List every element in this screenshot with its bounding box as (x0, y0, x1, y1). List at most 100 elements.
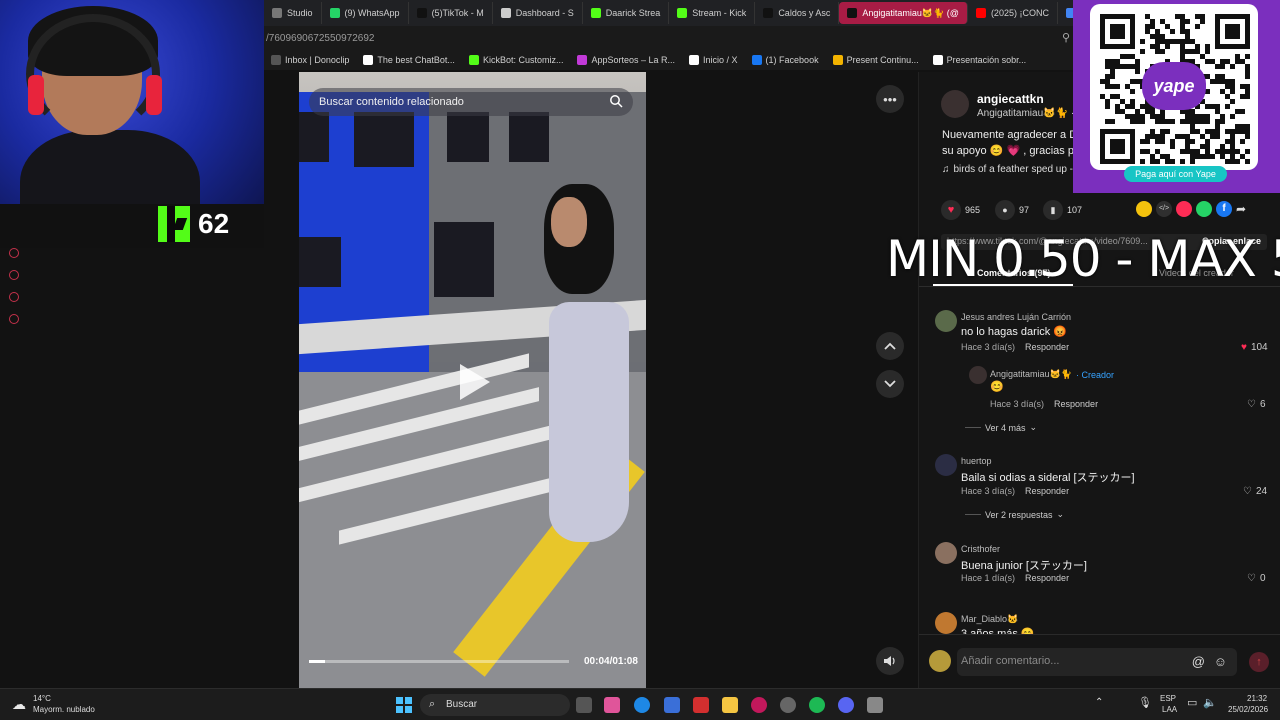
video-progress-bar[interactable] (309, 660, 569, 663)
discord-icon[interactable] (838, 697, 854, 713)
emoji-share-icon[interactable] (1136, 201, 1152, 217)
comment-time: Hace 1 día(s) (961, 573, 1016, 583)
facebook-icon[interactable]: f (1216, 201, 1232, 217)
language-layout[interactable]: LAA (1162, 705, 1177, 714)
avatar[interactable] (935, 310, 957, 332)
creator-username[interactable]: angiecattkn (977, 92, 1044, 106)
taskbar-search[interactable]: ⌕ Buscar (420, 694, 570, 716)
language-code[interactable]: ESP (1160, 694, 1176, 703)
tab-5[interactable]: Stream - Kick (669, 2, 756, 24)
reply-button[interactable]: Responder (1025, 486, 1069, 496)
related-search-input[interactable]: Buscar contenido relacionado (309, 88, 633, 116)
comment-author[interactable]: Cristhofer (961, 544, 1000, 554)
bookmark-item[interactable]: Presentación sobr... (926, 55, 1034, 65)
video-player[interactable]: Buscar contenido relacionado 00:04/01:08 (299, 72, 646, 688)
clock-date[interactable]: 25/02/2026 (1228, 705, 1268, 714)
reply-button[interactable]: Responder (1025, 342, 1069, 352)
store-icon[interactable] (664, 697, 680, 713)
send-icon[interactable] (1176, 201, 1192, 217)
comment-like[interactable]: ♡ 24 (1243, 486, 1267, 497)
reply-author-row: Angigatitamiau🐱🐈 · Creador (990, 369, 1114, 380)
post-comment-button[interactable]: ↑ (1249, 652, 1269, 672)
windows-start-icon[interactable] (396, 697, 412, 713)
task-view-icon[interactable] (576, 697, 592, 713)
tab-1[interactable]: (9) WhatsApp (322, 2, 409, 24)
whatsapp-icon[interactable] (1196, 201, 1212, 217)
yape-logo: yape (1142, 62, 1206, 110)
cloud-icon[interactable]: ☁ (12, 696, 26, 713)
tab-2[interactable]: (5)TikTok - M (409, 2, 493, 24)
reply-button[interactable]: Responder (1054, 399, 1098, 409)
reply-button[interactable]: Responder (1025, 573, 1069, 583)
comment-author[interactable]: Angigatitamiau🐱🐈 (990, 369, 1072, 380)
copilot-icon[interactable] (604, 697, 620, 713)
view-more-replies[interactable]: Ver 4 más ⌄ (965, 422, 1037, 433)
avatar[interactable] (935, 454, 957, 476)
speaker-icon (884, 656, 895, 666)
bookmark-item[interactable]: Inicio / X (682, 55, 745, 65)
save-action[interactable]: ▮ 107 (1043, 200, 1082, 220)
tab-4[interactable]: Daarick Strea (583, 2, 670, 24)
music-row[interactable]: ♫ birds of a feather sped up - (942, 164, 1073, 175)
comment-action[interactable]: ● 97 (995, 200, 1029, 220)
play-icon[interactable] (454, 360, 494, 404)
comment-author[interactable]: Jesus andres Luján Carrión (961, 312, 1071, 322)
previous-video-button[interactable] (876, 332, 904, 360)
avatar[interactable] (969, 366, 987, 384)
bookmark-star-icon[interactable]: ⚲ (1062, 31, 1070, 44)
comment-like[interactable]: ♡ 0 (1247, 573, 1266, 584)
tab-3[interactable]: Dashboard - S (493, 2, 583, 24)
clock-time[interactable]: 21:32 (1247, 694, 1267, 703)
add-comment-placeholder: Añadir comentario... (961, 655, 1060, 667)
tab-0[interactable]: Studio (264, 2, 322, 24)
comment-like-count: 104 (1250, 342, 1268, 353)
network-icon[interactable]: ▭ (1187, 696, 1197, 709)
comment-like[interactable]: ♥ 104 (1241, 342, 1268, 353)
gear-icon[interactable] (9, 314, 19, 324)
volume-button[interactable] (876, 647, 904, 675)
settings-icon[interactable] (867, 697, 883, 713)
comment-author[interactable]: Mar_Diablo🐱 (961, 614, 1018, 625)
tool-icon[interactable] (9, 248, 19, 258)
microphone-icon[interactable]: 🎙 (1138, 696, 1152, 709)
share-arrow-icon[interactable]: ➦ (1236, 202, 1246, 216)
chevron-up-icon[interactable]: ⌃ (1095, 697, 1103, 708)
url-text[interactable]: /7609690672550972692 (266, 33, 374, 44)
more-options-button[interactable]: ••• (876, 85, 904, 113)
comment-like[interactable]: ♡ 6 (1247, 399, 1266, 410)
app-icon[interactable] (693, 697, 709, 713)
clock-icon[interactable] (9, 270, 19, 280)
folder-icon[interactable] (722, 697, 738, 713)
creator-badge: · Creador (1075, 369, 1114, 380)
bookmark-item[interactable]: AppSorteos – La R... (570, 55, 682, 65)
share-icon[interactable] (9, 292, 19, 302)
emoji-icon[interactable]: ☺ (1214, 654, 1227, 669)
volume-icon[interactable]: 🔈 (1203, 696, 1217, 709)
avatar[interactable] (935, 542, 957, 564)
avatar[interactable] (935, 612, 957, 634)
tab-7[interactable]: Angigatitamiau🐱🐈 (@ (839, 2, 968, 24)
mention-icon[interactable]: @ (1192, 654, 1205, 669)
app-icon[interactable] (780, 697, 796, 713)
bookmark-item[interactable]: Inbox | Donoclip (264, 55, 356, 65)
weather-desc[interactable]: Mayorm. nublado (33, 705, 95, 714)
bookmark-item[interactable]: (1) Facebook (745, 55, 826, 65)
edge-icon[interactable] (634, 697, 650, 713)
creator-avatar[interactable] (941, 90, 969, 118)
address-bar[interactable]: /7609690672550972692 ⚲ (264, 26, 1090, 50)
like-action[interactable]: ♥ 965 (941, 200, 980, 220)
bookmark-item[interactable]: The best ChatBot... (356, 55, 462, 65)
weather-temp[interactable]: 14°C (33, 694, 51, 703)
spotify-icon[interactable] (809, 697, 825, 713)
search-icon[interactable] (609, 94, 623, 108)
bookmark-item[interactable]: Present Continu... (826, 55, 926, 65)
add-comment-input[interactable]: Añadir comentario... @ ☺ (957, 648, 1237, 676)
opera-icon[interactable] (751, 697, 767, 713)
embed-icon[interactable]: </> (1156, 201, 1172, 217)
view-more-replies[interactable]: Ver 2 respuestas ⌄ (965, 509, 1064, 520)
tab-6[interactable]: Caldos y Asc (755, 2, 840, 24)
bookmark-item[interactable]: KickBot: Customiz... (462, 55, 571, 65)
next-video-button[interactable] (876, 370, 904, 398)
comment-author[interactable]: huertop (961, 456, 992, 466)
tab-8[interactable]: (2025) ¡CONC (968, 2, 1058, 24)
